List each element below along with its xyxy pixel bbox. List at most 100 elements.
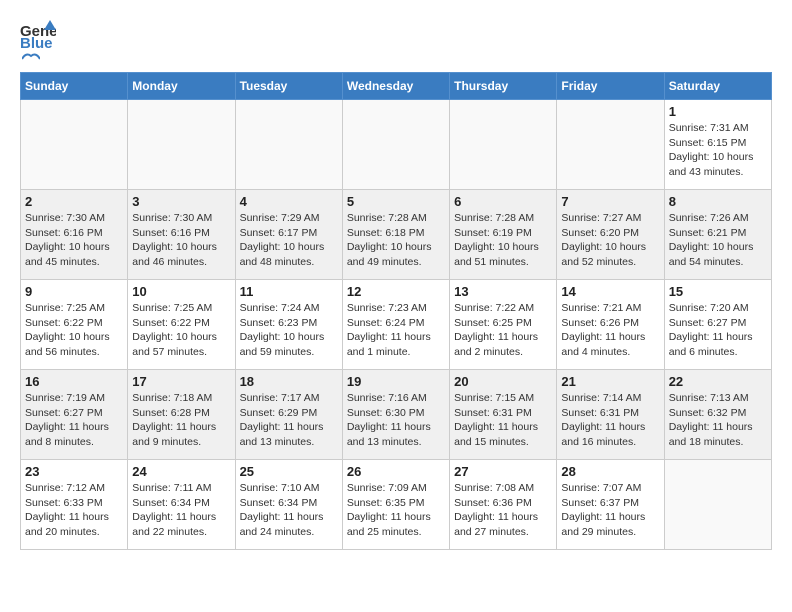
calendar-week-row: 9 Sunrise: 7:25 AM Sunset: 6:22 PM Daylig… <box>21 280 772 370</box>
calendar-cell: 11 Sunrise: 7:24 AM Sunset: 6:23 PM Dayli… <box>235 280 342 370</box>
calendar-cell: 9 Sunrise: 7:25 AM Sunset: 6:22 PM Daylig… <box>21 280 128 370</box>
day-info: Sunrise: 7:16 AM Sunset: 6:30 PM Dayligh… <box>347 391 445 450</box>
day-number: 12 <box>347 284 445 299</box>
weekday-header: Saturday <box>664 73 771 100</box>
calendar-cell: 2 Sunrise: 7:30 AM Sunset: 6:16 PM Daylig… <box>21 190 128 280</box>
weekday-header: Thursday <box>450 73 557 100</box>
day-number: 8 <box>669 194 767 209</box>
day-number: 22 <box>669 374 767 389</box>
day-info: Sunrise: 7:25 AM Sunset: 6:22 PM Dayligh… <box>132 301 230 360</box>
calendar-header-row: SundayMondayTuesdayWednesdayThursdayFrid… <box>21 73 772 100</box>
day-number: 26 <box>347 464 445 479</box>
logo: General Blue <box>20 20 56 62</box>
day-number: 7 <box>561 194 659 209</box>
day-info: Sunrise: 7:29 AM Sunset: 6:17 PM Dayligh… <box>240 211 338 270</box>
day-number: 17 <box>132 374 230 389</box>
day-info: Sunrise: 7:15 AM Sunset: 6:31 PM Dayligh… <box>454 391 552 450</box>
day-info: Sunrise: 7:24 AM Sunset: 6:23 PM Dayligh… <box>240 301 338 360</box>
day-number: 4 <box>240 194 338 209</box>
day-number: 28 <box>561 464 659 479</box>
calendar-cell: 16 Sunrise: 7:19 AM Sunset: 6:27 PM Dayli… <box>21 370 128 460</box>
calendar-cell <box>557 100 664 190</box>
weekday-header: Monday <box>128 73 235 100</box>
calendar-cell <box>235 100 342 190</box>
weekday-header: Friday <box>557 73 664 100</box>
calendar-cell: 14 Sunrise: 7:21 AM Sunset: 6:26 PM Dayli… <box>557 280 664 370</box>
day-number: 9 <box>25 284 123 299</box>
calendar-week-row: 23 Sunrise: 7:12 AM Sunset: 6:33 PM Dayli… <box>21 460 772 550</box>
day-info: Sunrise: 7:26 AM Sunset: 6:21 PM Dayligh… <box>669 211 767 270</box>
calendar-table: SundayMondayTuesdayWednesdayThursdayFrid… <box>20 72 772 550</box>
calendar-cell: 1 Sunrise: 7:31 AM Sunset: 6:15 PM Daylig… <box>664 100 771 190</box>
day-info: Sunrise: 7:11 AM Sunset: 6:34 PM Dayligh… <box>132 481 230 540</box>
day-info: Sunrise: 7:07 AM Sunset: 6:37 PM Dayligh… <box>561 481 659 540</box>
day-number: 16 <box>25 374 123 389</box>
weekday-header: Tuesday <box>235 73 342 100</box>
calendar-cell: 26Sunrise: 7:09 AM Sunset: 6:35 PM Dayli… <box>342 460 449 550</box>
calendar-cell: 5 Sunrise: 7:28 AM Sunset: 6:18 PM Daylig… <box>342 190 449 280</box>
calendar-week-row: 16 Sunrise: 7:19 AM Sunset: 6:27 PM Dayli… <box>21 370 772 460</box>
day-number: 3 <box>132 194 230 209</box>
logo-icon: General Blue <box>20 20 56 50</box>
day-number: 14 <box>561 284 659 299</box>
day-number: 10 <box>132 284 230 299</box>
day-number: 20 <box>454 374 552 389</box>
calendar-cell: 7 Sunrise: 7:27 AM Sunset: 6:20 PM Daylig… <box>557 190 664 280</box>
day-info: Sunrise: 7:23 AM Sunset: 6:24 PM Dayligh… <box>347 301 445 360</box>
day-info: Sunrise: 7:08 AM Sunset: 6:36 PM Dayligh… <box>454 481 552 540</box>
calendar-cell: 13Sunrise: 7:22 AM Sunset: 6:25 PM Dayli… <box>450 280 557 370</box>
day-number: 15 <box>669 284 767 299</box>
calendar-cell: 28 Sunrise: 7:07 AM Sunset: 6:37 PM Dayli… <box>557 460 664 550</box>
calendar-cell: 10 Sunrise: 7:25 AM Sunset: 6:22 PM Dayli… <box>128 280 235 370</box>
weekday-header: Sunday <box>21 73 128 100</box>
day-number: 21 <box>561 374 659 389</box>
day-info: Sunrise: 7:28 AM Sunset: 6:19 PM Dayligh… <box>454 211 552 270</box>
day-info: Sunrise: 7:28 AM Sunset: 6:18 PM Dayligh… <box>347 211 445 270</box>
day-number: 23 <box>25 464 123 479</box>
day-info: Sunrise: 7:25 AM Sunset: 6:22 PM Dayligh… <box>25 301 123 360</box>
day-info: Sunrise: 7:12 AM Sunset: 6:33 PM Dayligh… <box>25 481 123 540</box>
calendar-cell <box>128 100 235 190</box>
calendar-cell <box>664 460 771 550</box>
day-info: Sunrise: 7:27 AM Sunset: 6:20 PM Dayligh… <box>561 211 659 270</box>
day-number: 5 <box>347 194 445 209</box>
day-number: 25 <box>240 464 338 479</box>
day-info: Sunrise: 7:14 AM Sunset: 6:31 PM Dayligh… <box>561 391 659 450</box>
day-number: 2 <box>25 194 123 209</box>
calendar-cell: 4 Sunrise: 7:29 AM Sunset: 6:17 PM Daylig… <box>235 190 342 280</box>
day-info: Sunrise: 7:30 AM Sunset: 6:16 PM Dayligh… <box>25 211 123 270</box>
day-number: 11 <box>240 284 338 299</box>
calendar-cell: 20 Sunrise: 7:15 AM Sunset: 6:31 PM Dayli… <box>450 370 557 460</box>
day-number: 1 <box>669 104 767 119</box>
day-info: Sunrise: 7:30 AM Sunset: 6:16 PM Dayligh… <box>132 211 230 270</box>
logo-bird-icon <box>22 52 40 66</box>
svg-text:Blue: Blue <box>20 35 53 50</box>
calendar-cell: 6Sunrise: 7:28 AM Sunset: 6:19 PM Daylig… <box>450 190 557 280</box>
calendar-cell: 15Sunrise: 7:20 AM Sunset: 6:27 PM Dayli… <box>664 280 771 370</box>
calendar-cell: 27 Sunrise: 7:08 AM Sunset: 6:36 PM Dayli… <box>450 460 557 550</box>
calendar-cell: 18Sunrise: 7:17 AM Sunset: 6:29 PM Dayli… <box>235 370 342 460</box>
calendar-cell: 19 Sunrise: 7:16 AM Sunset: 6:30 PM Dayli… <box>342 370 449 460</box>
calendar-cell: 3 Sunrise: 7:30 AM Sunset: 6:16 PM Daylig… <box>128 190 235 280</box>
calendar-cell: 24 Sunrise: 7:11 AM Sunset: 6:34 PM Dayli… <box>128 460 235 550</box>
calendar-week-row: 1 Sunrise: 7:31 AM Sunset: 6:15 PM Daylig… <box>21 100 772 190</box>
day-number: 24 <box>132 464 230 479</box>
day-info: Sunrise: 7:17 AM Sunset: 6:29 PM Dayligh… <box>240 391 338 450</box>
calendar-cell: 21 Sunrise: 7:14 AM Sunset: 6:31 PM Dayli… <box>557 370 664 460</box>
day-info: Sunrise: 7:21 AM Sunset: 6:26 PM Dayligh… <box>561 301 659 360</box>
day-number: 27 <box>454 464 552 479</box>
day-info: Sunrise: 7:18 AM Sunset: 6:28 PM Dayligh… <box>132 391 230 450</box>
day-info: Sunrise: 7:31 AM Sunset: 6:15 PM Dayligh… <box>669 121 767 180</box>
weekday-header: Wednesday <box>342 73 449 100</box>
calendar-cell: 22Sunrise: 7:13 AM Sunset: 6:32 PM Dayli… <box>664 370 771 460</box>
day-number: 19 <box>347 374 445 389</box>
calendar-cell <box>450 100 557 190</box>
calendar-cell: 8 Sunrise: 7:26 AM Sunset: 6:21 PM Daylig… <box>664 190 771 280</box>
day-number: 13 <box>454 284 552 299</box>
calendar-cell <box>342 100 449 190</box>
day-info: Sunrise: 7:10 AM Sunset: 6:34 PM Dayligh… <box>240 481 338 540</box>
calendar-cell <box>21 100 128 190</box>
calendar-cell: 25 Sunrise: 7:10 AM Sunset: 6:34 PM Dayli… <box>235 460 342 550</box>
day-info: Sunrise: 7:19 AM Sunset: 6:27 PM Dayligh… <box>25 391 123 450</box>
calendar-cell: 12 Sunrise: 7:23 AM Sunset: 6:24 PM Dayli… <box>342 280 449 370</box>
